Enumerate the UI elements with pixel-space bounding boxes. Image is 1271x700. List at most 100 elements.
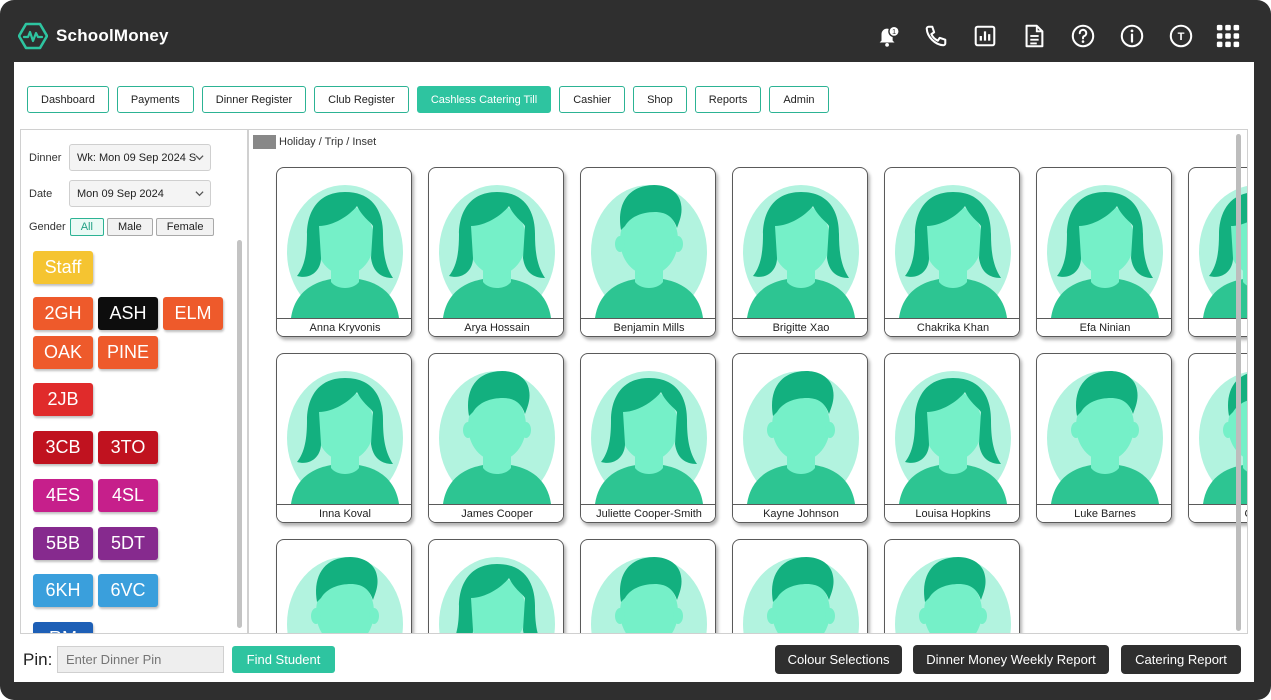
apps-grid-icon[interactable] <box>1214 22 1242 50</box>
tab-cashier[interactable]: Cashier <box>559 86 626 113</box>
document-icon[interactable] <box>1020 22 1048 50</box>
class-ash-button[interactable]: ASH <box>98 297 158 330</box>
dinner-week-value: Wk: Mon 09 Sep 2024 S <box>77 151 197 164</box>
gender-all-button[interactable]: All <box>69 218 104 236</box>
student-card[interactable]: Brigitte Xao <box>732 167 868 337</box>
app-window: SchoolMoney 1 T Dashboard Payments Dinne… <box>0 0 1271 700</box>
class-5bb-button[interactable]: 5BB <box>33 527 93 560</box>
student-card[interactable]: Kayne Johnson <box>732 353 868 523</box>
male-avatar-icon <box>591 556 707 633</box>
class-5dt-button[interactable]: 5DT <box>98 527 158 560</box>
student-card[interactable]: Anna Kryvonis <box>276 167 412 337</box>
student-card[interactable]: Inna Koval <box>276 353 412 523</box>
date-value: Mon 09 Sep 2024 <box>77 187 164 200</box>
dinner-label: Dinner <box>29 151 62 164</box>
colour-selections-button[interactable]: Colour Selections <box>775 645 902 674</box>
student-name: Inna Koval <box>277 504 411 522</box>
date-filter-row: Date Mon 09 Sep 2024 <box>29 180 211 207</box>
dinner-week-select[interactable]: Wk: Mon 09 Sep 2024 S <box>69 144 211 171</box>
find-student-button[interactable]: Find Student <box>232 646 335 673</box>
male-avatar-icon <box>895 556 1011 633</box>
student-card[interactable]: Louisa Hopkins <box>884 353 1020 523</box>
student-card[interactable]: Luke Barnes <box>1036 353 1172 523</box>
female-avatar-icon <box>287 185 403 318</box>
user-initial-icon[interactable]: T <box>1167 22 1195 50</box>
tab-payments[interactable]: Payments <box>116 86 194 113</box>
info-icon[interactable] <box>1118 22 1146 50</box>
chevron-down-icon <box>195 155 204 161</box>
female-avatar-icon <box>895 371 1011 504</box>
student-card[interactable] <box>884 539 1020 633</box>
schoolmoney-logo-icon <box>18 22 48 50</box>
holiday-legend-label: Holiday / Trip / Inset <box>279 136 377 148</box>
female-avatar-icon <box>743 185 859 318</box>
female-avatar-icon <box>591 371 707 504</box>
class-2gh-button[interactable]: 2GH <box>33 297 93 330</box>
class-3cb-button[interactable]: 3CB <box>33 431 93 464</box>
student-card[interactable]: Juliette Cooper-Smith <box>580 353 716 523</box>
class-pine-button[interactable]: PINE <box>98 336 158 369</box>
class-3to-button[interactable]: 3TO <box>98 431 158 464</box>
catering-report-button[interactable]: Catering Report <box>1121 645 1241 674</box>
class-list-scrollbar[interactable] <box>237 240 242 628</box>
class-staff-button[interactable]: Staff <box>33 251 93 284</box>
tab-cashless-catering-till[interactable]: Cashless Catering Till <box>416 86 552 113</box>
class-oak-button[interactable]: OAK <box>33 336 93 369</box>
student-card[interactable]: Benjamin Mills <box>580 167 716 337</box>
female-avatar-icon <box>287 371 403 504</box>
student-card[interactable] <box>732 539 868 633</box>
tab-shop[interactable]: Shop <box>633 86 687 113</box>
content-area: Dashboard Payments Dinner Register Club Reg… <box>14 62 1254 682</box>
student-name: Louisa Hopkins <box>885 504 1019 522</box>
student-card[interactable]: Arya Hossain <box>428 167 564 337</box>
class-4es-button[interactable]: 4ES <box>33 479 93 512</box>
class-4sl-button[interactable]: 4SL <box>98 479 158 512</box>
class-list: Staff 2GH ASH ELM OAK PINE 2JB 3CB 3TO 4ES 4SL 5BB 5… <box>21 240 247 633</box>
student-card[interactable] <box>428 539 564 633</box>
chart-report-icon[interactable] <box>971 22 999 50</box>
male-avatar-icon <box>591 184 707 318</box>
class-6vc-button[interactable]: 6VC <box>98 574 158 607</box>
female-avatar-icon <box>1047 185 1163 318</box>
student-card[interactable] <box>580 539 716 633</box>
bell-notification-icon[interactable]: 1 <box>874 22 902 50</box>
filter-panel: Dinner Wk: Mon 09 Sep 2024 S Date Mon 09… <box>20 129 248 634</box>
notification-count: 1 <box>892 27 896 36</box>
tab-dashboard[interactable]: Dashboard <box>27 86 109 113</box>
female-avatar-icon <box>439 185 555 318</box>
student-name: Anna Kryvonis <box>277 318 411 336</box>
student-card[interactable]: Efa Ninian <box>1036 167 1172 337</box>
student-name: Efa Ninian <box>1037 318 1171 336</box>
tab-dinner-register[interactable]: Dinner Register <box>201 86 307 113</box>
student-name: Kayne Johnson <box>733 504 867 522</box>
class-elm-button[interactable]: ELM <box>163 297 223 330</box>
student-grid-panel: Holiday / Trip / Inset Anna Kryvonis Arya… <box>248 129 1248 634</box>
gender-filter-row: Gender All Male Female <box>29 218 215 236</box>
tab-club-register[interactable]: Club Register <box>314 86 409 113</box>
student-name: Juliette Cooper-Smith <box>581 504 715 522</box>
student-card[interactable] <box>276 539 412 633</box>
female-avatar-icon <box>439 557 555 633</box>
student-grid-scrollbar[interactable] <box>1236 134 1241 631</box>
tab-admin[interactable]: Admin <box>769 86 829 113</box>
phone-icon[interactable] <box>922 22 950 50</box>
gender-female-button[interactable]: Female <box>155 218 215 236</box>
help-icon[interactable] <box>1069 22 1097 50</box>
student-name: Benjamin Mills <box>581 318 715 336</box>
student-name: Arya Hossain <box>429 318 563 336</box>
dinner-filter-row: Dinner Wk: Mon 09 Sep 2024 S <box>29 144 211 171</box>
class-6kh-button[interactable]: 6KH <box>33 574 93 607</box>
user-initial: T <box>1178 31 1185 43</box>
student-card[interactable]: Chakrika Khan <box>884 167 1020 337</box>
dinner-money-weekly-report-button[interactable]: Dinner Money Weekly Report <box>913 645 1109 674</box>
class-rm-button[interactable]: RM <box>33 622 93 633</box>
student-name: Luke Barnes <box>1037 504 1171 522</box>
gender-male-button[interactable]: Male <box>106 218 153 236</box>
class-2jb-button[interactable]: 2JB <box>33 383 93 416</box>
date-select[interactable]: Mon 09 Sep 2024 <box>69 180 211 207</box>
tab-reports[interactable]: Reports <box>694 86 762 113</box>
chevron-down-icon <box>195 191 204 197</box>
main-navigation: Dashboard Payments Dinner Register Club Reg… <box>27 86 829 114</box>
student-card[interactable]: James Cooper <box>428 353 564 523</box>
dinner-pin-input[interactable] <box>57 646 224 673</box>
